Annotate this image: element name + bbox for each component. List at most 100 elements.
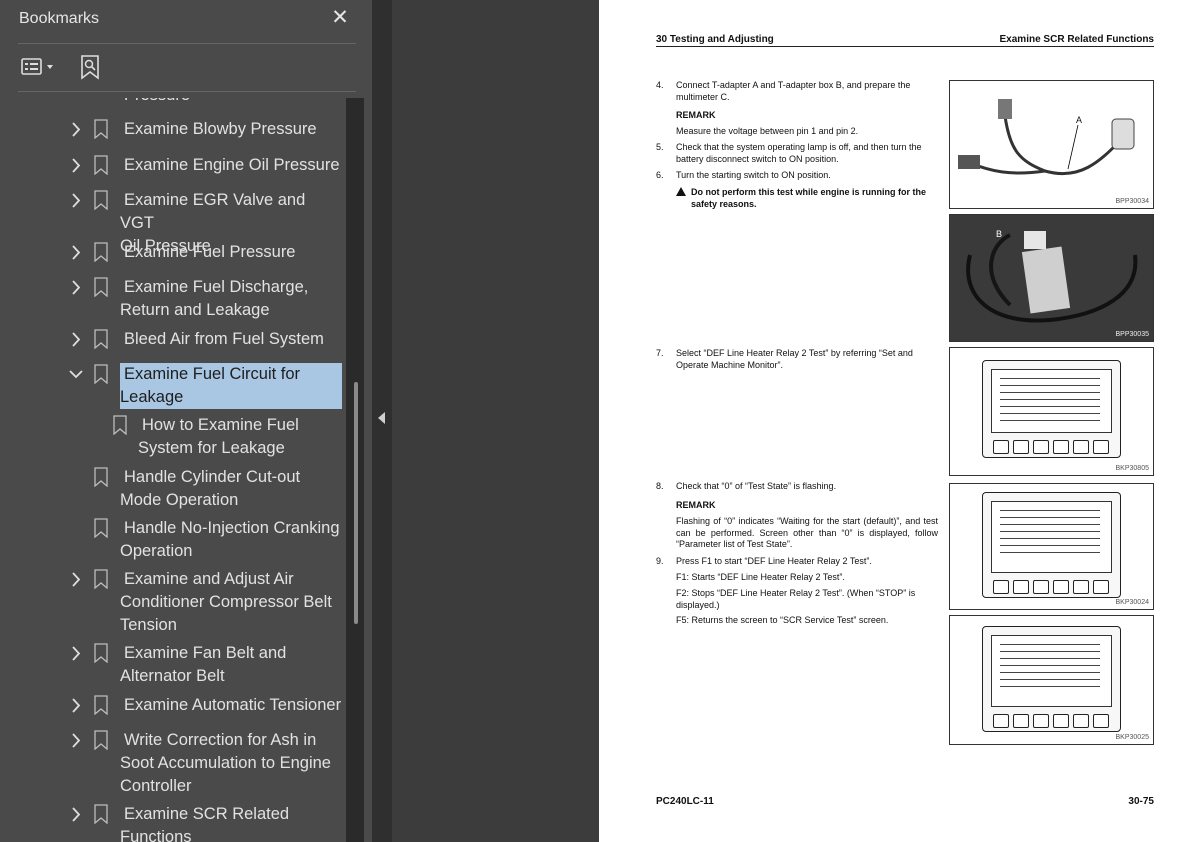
step-number: 9. <box>656 556 664 566</box>
bookmark-label: Examine Automatic Tensioner <box>124 696 342 714</box>
function-key-icon <box>1013 580 1029 594</box>
function-key-icon <box>1033 440 1049 454</box>
chevron-right-icon[interactable] <box>68 729 84 752</box>
bookmark-icon <box>93 569 109 590</box>
bookmark-label-line: Handle Cylinder Cut-out <box>124 468 301 486</box>
scrollbar-thumb[interactable] <box>354 382 358 624</box>
bookmark-label: Examine Fuel Circuit for Leakage <box>120 363 342 409</box>
step-8-text: Check that “0” of “Test State” is flashi… <box>676 481 837 491</box>
bookmark-label-line: Return and Leakage <box>120 301 270 319</box>
function-key-icon <box>1053 580 1069 594</box>
bookmark-label-line: Write Correction for Ash in <box>124 731 317 749</box>
close-icon[interactable]: ✕ <box>330 7 350 28</box>
bookmark-label-line: Functions <box>120 828 192 842</box>
step-number: 7. <box>656 348 664 358</box>
bookmark-icon <box>93 277 109 298</box>
bookmark-label-line: Examine EGR Valve and VGT <box>120 191 306 232</box>
page-header-right: Examine SCR Related Functions <box>999 34 1154 45</box>
bookmark-label-line: Examine SCR Related <box>124 805 290 823</box>
bookmark-icon <box>112 415 128 436</box>
remark-text: Flashing of “0” indicates “Waiting for t… <box>676 516 938 549</box>
document-background <box>392 0 599 842</box>
step-number: 8. <box>656 481 664 491</box>
chevron-right-icon[interactable] <box>68 328 84 351</box>
bookmark-label: Examine Fuel Pressure <box>124 243 296 261</box>
f2-text: F2: Stops “DEF Line Heater Relay 2 Test”… <box>676 588 916 610</box>
step-9-text: Press F1 to start “DEF Line Heater Relay… <box>676 556 872 566</box>
step-number: 4. <box>656 80 664 90</box>
bookmark-label-line: Alternator Belt <box>120 667 225 685</box>
function-key-icon <box>1093 714 1109 728</box>
step-6-text: Turn the starting switch to ON position. <box>676 170 831 180</box>
step-5-text: Check that the system operating lamp is … <box>676 142 922 164</box>
chevron-right-icon[interactable] <box>68 694 84 717</box>
bookmarks-toolbar <box>0 46 372 90</box>
chevron-down-icon[interactable] <box>68 363 84 386</box>
figure-id: BPP30034 <box>1115 198 1149 205</box>
list-options-icon[interactable] <box>20 52 60 82</box>
bookmark-icon <box>93 364 109 385</box>
bookmark-label: Examine Blowby Pressure <box>124 120 317 138</box>
function-key-icon <box>1073 440 1089 454</box>
bookmark-list: Pressure Examine Blowby Pressure Examine E… <box>0 98 346 842</box>
bookmark-label-line: Handle No-Injection Cranking <box>124 519 340 537</box>
bookmark-label: Examine SCR Related Functions <box>120 803 342 842</box>
figure-id: BPP30035 <box>1115 331 1149 338</box>
figure-id: BKP30805 <box>1115 465 1149 472</box>
bookmarks-panel: Bookmarks ✕ Pressure Examine Blowby Press… <box>0 0 372 842</box>
remark-text: Measure the voltage between pin 1 and pi… <box>676 126 859 136</box>
bookmark-icon <box>93 695 109 716</box>
bookmark-label: How to Examine Fuel System for Leakage <box>138 414 338 460</box>
chevron-right-icon[interactable] <box>68 118 84 141</box>
bookmark-label-line: Examine Fuel Circuit for <box>124 365 301 383</box>
warning-text: Do not perform this test while engine is… <box>691 187 927 209</box>
bookmark-icon <box>93 119 109 140</box>
monitor-illustration <box>982 360 1121 458</box>
function-key-icon <box>1033 580 1049 594</box>
function-key-icon <box>1053 440 1069 454</box>
step-7-text: Select “DEF Line Heater Relay 2 Test” by… <box>676 348 913 370</box>
chevron-right-icon[interactable] <box>68 154 84 177</box>
bookmark-search-icon[interactable] <box>76 52 106 82</box>
figure-monitor-relay-test: BKP30024 <box>949 483 1154 610</box>
bookmarks-title: Bookmarks <box>19 10 100 27</box>
figure-harness-a: A BPP30034 <box>949 80 1154 209</box>
bookmark-label-line: Examine Fan Belt and <box>124 644 287 662</box>
chevron-right-icon[interactable] <box>68 642 84 665</box>
chevron-right-icon[interactable] <box>68 568 84 591</box>
bookmark-label: Pressure <box>120 98 342 107</box>
figure-tbox-b: B BPP30035 <box>949 214 1154 342</box>
bookmark-label: Examine Fuel Discharge, Return and Leakag… <box>120 276 342 322</box>
step-4-text: Connect T-adapter A and T-adapter box B,… <box>676 80 911 102</box>
bookmark-label-line: Leakage <box>120 388 184 406</box>
collapse-panel-icon[interactable] <box>378 412 385 424</box>
bookmark-label-line: Examine and Adjust Air <box>124 570 294 588</box>
document-page: 30 Testing and Adjusting Examine SCR Rel… <box>599 0 1200 842</box>
chevron-right-icon[interactable] <box>68 803 84 826</box>
bookmark-icon <box>93 518 109 539</box>
bookmark-label-line: Examine Fuel Discharge, <box>124 278 309 296</box>
function-key-icon <box>1093 440 1109 454</box>
chevron-right-icon[interactable] <box>68 189 84 212</box>
function-key-icon <box>1013 714 1029 728</box>
bookmark-label-line: Conditioner Compressor Belt <box>120 593 332 611</box>
bookmark-icon <box>93 804 109 825</box>
chevron-right-icon[interactable] <box>68 241 84 264</box>
bookmark-icon <box>93 190 109 211</box>
page-header-left: 30 Testing and Adjusting <box>656 34 774 45</box>
divider <box>18 43 356 44</box>
chevron-right-icon[interactable] <box>68 276 84 299</box>
bookmark-label: Handle Cylinder Cut-out Mode Operation <box>120 466 342 512</box>
function-key-icon <box>1053 714 1069 728</box>
bookmarks-scrollbar[interactable] <box>346 98 364 842</box>
callout-label: A <box>1076 115 1083 125</box>
figure-id: BKP30024 <box>1115 599 1149 606</box>
function-key-icon <box>993 714 1009 728</box>
figure-monitor-relay-test-stop: BKP30025 <box>949 615 1154 745</box>
function-key-icon <box>1073 714 1089 728</box>
bookmark-icon <box>93 242 109 263</box>
remark-heading: REMARK <box>676 500 716 510</box>
bookmark-icon <box>93 730 109 751</box>
bookmark-label-line: Soot Accumulation to Engine <box>120 754 331 772</box>
callout-label: B <box>996 229 1003 239</box>
